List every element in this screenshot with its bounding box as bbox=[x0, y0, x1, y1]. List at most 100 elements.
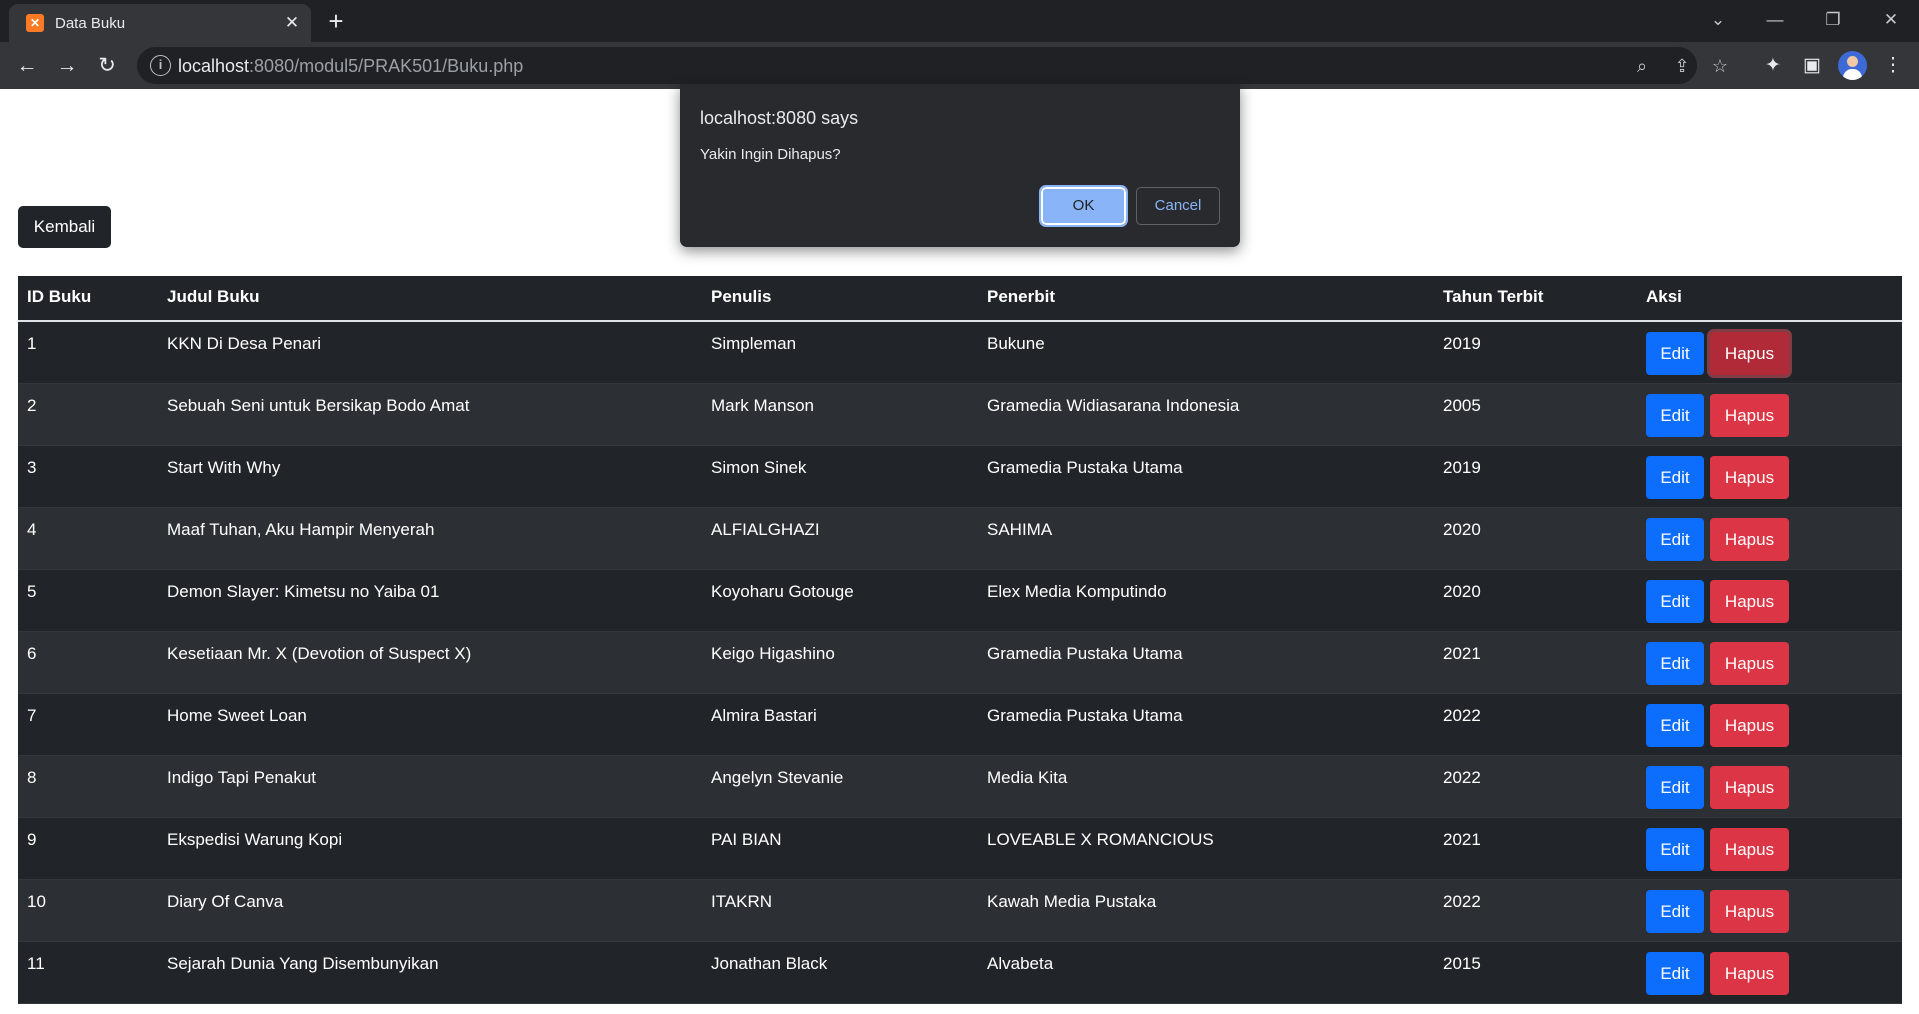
site-info-icon[interactable]: i bbox=[150, 55, 171, 76]
cell-tahun: 2019 bbox=[1443, 458, 1481, 477]
extensions-icon[interactable]: ✦ bbox=[1758, 51, 1788, 81]
edit-button[interactable]: Edit bbox=[1646, 518, 1704, 561]
hapus-button[interactable]: Hapus bbox=[1710, 456, 1789, 499]
edit-button[interactable]: Edit bbox=[1646, 828, 1704, 871]
cell-id: 6 bbox=[27, 644, 37, 663]
cell-penerbit: Bukune bbox=[987, 334, 1045, 353]
header-judul: Judul Buku bbox=[167, 287, 260, 306]
table-row: 3 Start With Why Simon Sinek Gramedia Pu… bbox=[18, 446, 1902, 508]
browser-tab[interactable]: ✕ Data Buku ✕ bbox=[9, 4, 311, 42]
cell-id: 7 bbox=[27, 706, 37, 725]
cell-penulis: Simpleman bbox=[711, 334, 797, 353]
table-header: ID Buku Judul Buku Penulis Penerbit Tahu… bbox=[18, 276, 1902, 322]
hapus-button[interactable]: Hapus bbox=[1710, 952, 1789, 995]
edit-button[interactable]: Edit bbox=[1646, 456, 1704, 499]
edit-button[interactable]: Edit bbox=[1646, 766, 1704, 809]
side-panel-icon[interactable]: ▣ bbox=[1797, 51, 1827, 81]
cell-id: 11 bbox=[27, 954, 45, 973]
reload-icon[interactable]: ↻ bbox=[91, 50, 123, 82]
hapus-button[interactable]: Hapus bbox=[1710, 332, 1789, 375]
edit-button[interactable]: Edit bbox=[1646, 890, 1704, 933]
tab-search-icon[interactable]: ⌄ bbox=[1703, 6, 1733, 34]
cell-penerbit: Kawah Media Pustaka bbox=[987, 892, 1157, 911]
dialog-cancel-button[interactable]: Cancel bbox=[1136, 187, 1220, 225]
hapus-button[interactable]: Hapus bbox=[1710, 766, 1789, 809]
cell-judul: Demon Slayer: Kimetsu no Yaiba 01 bbox=[167, 582, 440, 601]
hapus-button[interactable]: Hapus bbox=[1710, 642, 1789, 685]
cell-penulis: Mark Manson bbox=[711, 396, 814, 415]
edit-button[interactable]: Edit bbox=[1646, 394, 1704, 437]
confirm-dialog: localhost:8080 says Yakin Ingin Dihapus?… bbox=[680, 84, 1240, 247]
table-row: 1 KKN Di Desa Penari Simpleman Bukune 20… bbox=[18, 322, 1902, 384]
cell-penulis: Almira Bastari bbox=[711, 706, 817, 725]
cell-penulis: ITAKRN bbox=[711, 892, 773, 911]
cell-id: 1 bbox=[27, 334, 37, 353]
address-bar[interactable]: i localhost:8080/modul5/PRAK501/Buku.php… bbox=[137, 47, 1728, 84]
dialog-title: localhost:8080 says bbox=[700, 108, 859, 128]
cell-judul: Indigo Tapi Penakut bbox=[167, 768, 317, 787]
browser-toolbar: ← → ↻ i localhost:8080/modul5/PRAK501/Bu… bbox=[0, 42, 1919, 89]
dialog-message: Yakin Ingin Dihapus? bbox=[700, 146, 841, 163]
cell-penerbit: Gramedia Widiasarana Indonesia bbox=[987, 396, 1240, 415]
cell-id: 10 bbox=[27, 892, 46, 911]
cell-id: 9 bbox=[27, 830, 37, 849]
cell-id: 8 bbox=[27, 768, 37, 787]
forward-arrow-icon[interactable]: → bbox=[51, 50, 83, 82]
cell-judul: KKN Di Desa Penari bbox=[167, 334, 322, 353]
profile-avatar[interactable] bbox=[1838, 51, 1867, 80]
kembali-button[interactable]: Kembali bbox=[18, 206, 111, 248]
table-row: 4 Maaf Tuhan, Aku Hampir Menyerah ALFIAL… bbox=[18, 508, 1902, 570]
dialog-ok-button[interactable]: OK bbox=[1039, 185, 1128, 227]
cell-judul: Kesetiaan Mr. X (Devotion of Suspect X) bbox=[167, 644, 472, 663]
cell-tahun: 2022 bbox=[1443, 892, 1481, 911]
cell-penerbit: LOVEABLE X ROMANCIOUS bbox=[987, 830, 1214, 849]
cell-penerbit: Media Kita bbox=[987, 768, 1068, 787]
cell-judul: Sejarah Dunia Yang Disembunyikan bbox=[167, 954, 439, 973]
hapus-button[interactable]: Hapus bbox=[1710, 580, 1789, 623]
edit-button[interactable]: Edit bbox=[1646, 642, 1704, 685]
cell-id: 2 bbox=[27, 396, 37, 415]
table-row: 8 Indigo Tapi Penakut Angelyn Stevanie M… bbox=[18, 756, 1902, 818]
minimize-icon[interactable]: — bbox=[1760, 6, 1790, 34]
hapus-button[interactable]: Hapus bbox=[1710, 828, 1789, 871]
header-id: ID Buku bbox=[27, 287, 92, 306]
cell-judul: Ekspedisi Warung Kopi bbox=[167, 830, 343, 849]
hapus-button[interactable]: Hapus bbox=[1710, 890, 1789, 933]
cell-tahun: 2020 bbox=[1443, 520, 1481, 539]
restore-icon[interactable]: ❐ bbox=[1818, 6, 1848, 34]
share-icon[interactable]: ⇪ bbox=[1669, 53, 1695, 79]
zoom-icon[interactable]: ⌕ bbox=[1629, 53, 1655, 79]
cell-judul: Sebuah Seni untuk Bersikap Bodo Amat bbox=[167, 396, 470, 415]
cell-tahun: 2020 bbox=[1443, 582, 1481, 601]
edit-button[interactable]: Edit bbox=[1646, 952, 1704, 995]
cell-judul: Maaf Tuhan, Aku Hampir Menyerah bbox=[167, 520, 435, 539]
cell-penulis: Simon Sinek bbox=[711, 458, 807, 477]
table-row: 7 Home Sweet Loan Almira Bastari Gramedi… bbox=[18, 694, 1902, 756]
cell-id: 3 bbox=[27, 458, 37, 477]
cell-penulis: ALFIALGHAZI bbox=[711, 520, 820, 539]
table-row: 6 Kesetiaan Mr. X (Devotion of Suspect X… bbox=[18, 632, 1902, 694]
url-path: :8080/modul5/PRAK501/Buku.php bbox=[249, 56, 524, 76]
new-tab-icon[interactable]: + bbox=[322, 7, 350, 35]
table-row: 9 Ekspedisi Warung Kopi PAI BIAN LOVEABL… bbox=[18, 818, 1902, 880]
hapus-button[interactable]: Hapus bbox=[1710, 394, 1789, 437]
url-host: localhost bbox=[178, 56, 250, 76]
header-penulis: Penulis bbox=[711, 287, 772, 306]
cell-id: 5 bbox=[27, 582, 37, 601]
menu-kebab-icon[interactable]: ⋮ bbox=[1878, 51, 1908, 81]
close-window-icon[interactable]: ✕ bbox=[1876, 6, 1906, 34]
url-text[interactable]: localhost:8080/modul5/PRAK501/Buku.php bbox=[178, 56, 523, 77]
cell-id: 4 bbox=[27, 520, 37, 539]
cell-penerbit: Gramedia Pustaka Utama bbox=[987, 706, 1183, 725]
back-arrow-icon[interactable]: ← bbox=[11, 50, 43, 82]
hapus-button[interactable]: Hapus bbox=[1710, 518, 1789, 561]
cell-penerbit: Elex Media Komputindo bbox=[987, 582, 1167, 601]
bookmark-star-icon[interactable]: ☆ bbox=[1707, 53, 1733, 79]
edit-button[interactable]: Edit bbox=[1646, 704, 1704, 747]
table-row: 5 Demon Slayer: Kimetsu no Yaiba 01 Koyo… bbox=[18, 570, 1902, 632]
tab-close-icon[interactable]: ✕ bbox=[281, 12, 303, 34]
hapus-button[interactable]: Hapus bbox=[1710, 704, 1789, 747]
cell-tahun: 2021 bbox=[1443, 830, 1481, 849]
edit-button[interactable]: Edit bbox=[1646, 332, 1704, 375]
edit-button[interactable]: Edit bbox=[1646, 580, 1704, 623]
